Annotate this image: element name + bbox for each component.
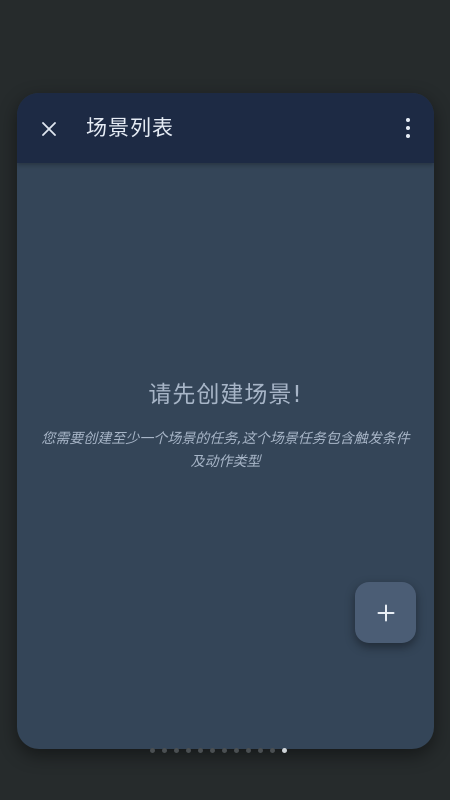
page-title: 场景列表 [86,116,174,140]
more-vert-icon-dot [406,134,410,138]
close-icon [42,122,56,136]
plus-icon [377,604,394,621]
page-dot [222,747,227,753]
page-dot-active [282,747,287,753]
page-dot [186,747,191,753]
page-dot [198,747,203,753]
close-button[interactable] [35,115,63,143]
more-vert-icon [406,118,410,122]
app-bar: 场景列表 [17,93,434,163]
scene-list-dialog: 场景列表 请先创建场景! 您需要创建至少一个场景的任务,这个场景任务包含触发条件… [17,93,434,749]
more-options-button[interactable] [396,113,420,143]
empty-state-title: 请先创建场景! [148,382,303,408]
page-dot [150,747,155,753]
page-dot [210,747,215,753]
page-dot [174,747,179,753]
page-indicator [150,747,304,753]
page-dot [258,747,263,753]
empty-state-description: 您需要创建至少一个场景的任务,这个场景任务包含触发条件及动作类型 [41,431,410,470]
page-dot [234,747,239,753]
more-vert-icon-dot [406,126,410,130]
page-dot [246,747,251,753]
add-scene-button[interactable] [355,582,416,643]
page-dot [270,747,275,753]
page-dot [162,747,167,753]
